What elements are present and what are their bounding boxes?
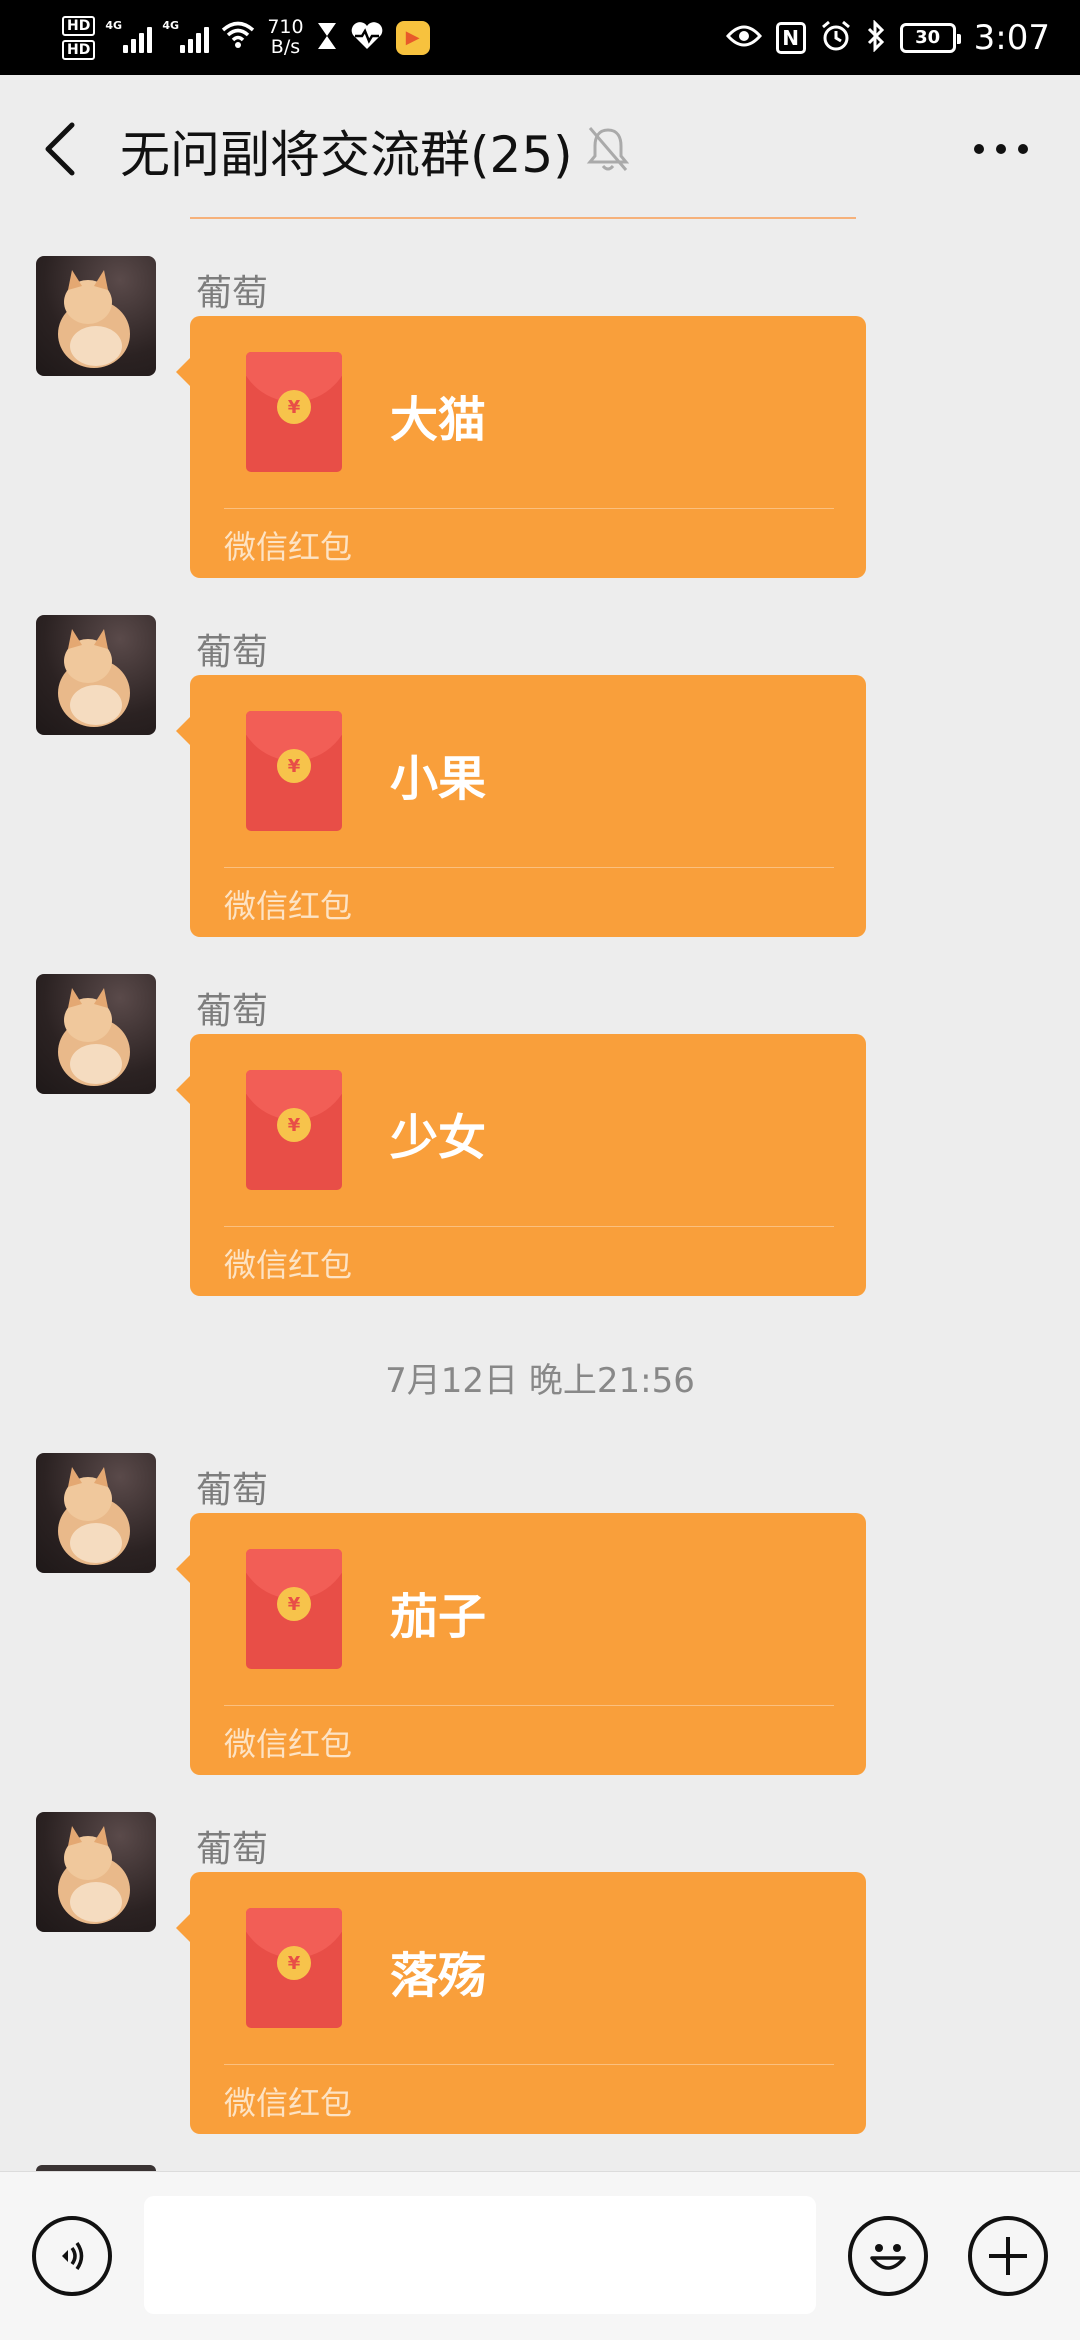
status-bar: HD HD 4G 4G 710 B/s ▶ N 30 3:07 bbox=[0, 0, 1080, 75]
red-packet-card[interactable]: ¥ 大猫 微信红包 bbox=[176, 316, 866, 578]
app-icon: ▶ bbox=[395, 20, 430, 55]
voice-icon bbox=[62, 2242, 84, 2270]
avatar[interactable] bbox=[36, 1812, 156, 1932]
hourglass-icon bbox=[316, 21, 338, 55]
emoji-icon bbox=[870, 2244, 906, 2270]
red-packet-greeting: 小果 bbox=[390, 751, 487, 807]
message-item: 葡萄 ¥ 茄子 微信红包 bbox=[0, 1453, 1080, 1783]
wifi-icon bbox=[221, 21, 255, 55]
red-packet-card[interactable]: ¥ 落殇 微信红包 bbox=[176, 1872, 866, 2134]
red-packet-card[interactable]: ¥ 茄子 微信红包 bbox=[176, 1513, 866, 1775]
message-item: 葡萄 ¥ 小果 微信红包 bbox=[0, 615, 1080, 945]
more-icon[interactable] bbox=[974, 139, 1028, 159]
battery-level: 30 bbox=[915, 27, 941, 48]
sender-name: 葡萄 bbox=[196, 991, 269, 1032]
red-packet-label: 微信红包 bbox=[224, 2084, 353, 2122]
nfc-label: N bbox=[782, 25, 800, 50]
red-envelope-icon: ¥ bbox=[246, 711, 342, 831]
mute-bell-icon bbox=[586, 127, 630, 171]
red-envelope-icon: ¥ bbox=[246, 352, 342, 472]
card-divider bbox=[224, 1705, 834, 1706]
message-item: 葡萄 ¥ 少女 微信红包 bbox=[0, 974, 1080, 1304]
red-packet-greeting: 茄子 bbox=[390, 1589, 487, 1645]
red-envelope-icon: ¥ bbox=[246, 1908, 342, 2028]
message-timestamp: 7月12日 晚上21:56 bbox=[385, 1361, 695, 1401]
back-icon[interactable] bbox=[42, 121, 78, 177]
input-bar bbox=[0, 2171, 1080, 2340]
network-speed-unit: B/s bbox=[270, 35, 301, 58]
bluetooth-icon bbox=[866, 18, 886, 56]
emoji-button[interactable] bbox=[848, 2216, 928, 2296]
card-divider bbox=[224, 2064, 834, 2065]
plus-icon bbox=[989, 2237, 1027, 2275]
red-packet-greeting: 落殇 bbox=[390, 1948, 487, 2004]
sender-name: 葡萄 bbox=[196, 1829, 269, 1870]
hd-label-1: HD bbox=[62, 15, 96, 36]
card-divider bbox=[224, 867, 834, 868]
chat-title: 无问副将交流群(25) bbox=[120, 126, 573, 184]
signal-icon: 4G bbox=[105, 19, 153, 53]
network-speed-value: 710 bbox=[267, 15, 304, 38]
message-item: 葡萄 ¥ 落殇 微信红包 bbox=[0, 1812, 1080, 2142]
avatar[interactable] bbox=[36, 615, 156, 735]
message-item: 葡萄 ¥ 大猫 微信红包 bbox=[0, 256, 1080, 586]
red-packet-card[interactable]: ¥ 小果 微信红包 bbox=[176, 675, 866, 937]
health-icon bbox=[350, 21, 384, 55]
divider bbox=[190, 217, 856, 219]
red-packet-label: 微信红包 bbox=[224, 887, 353, 925]
avatar[interactable] bbox=[36, 1453, 156, 1573]
more-functions-button[interactable] bbox=[968, 2216, 1048, 2296]
avatar[interactable] bbox=[36, 256, 156, 376]
eye-icon bbox=[725, 24, 762, 52]
message-input[interactable] bbox=[144, 2196, 816, 2314]
sender-name: 葡萄 bbox=[196, 1470, 269, 1511]
red-envelope-icon: ¥ bbox=[246, 1549, 342, 1669]
message-list[interactable]: 葡萄 ¥ 大猫 微信红包 葡萄 ¥ 小果 微信红包 葡萄 ¥ 少女 微信红包 7… bbox=[0, 221, 1080, 2171]
red-packet-label: 微信红包 bbox=[224, 1246, 353, 1284]
signal-icon: 4G bbox=[162, 19, 210, 53]
network-speed: 710 B/s bbox=[267, 15, 304, 58]
red-packet-greeting: 少女 bbox=[390, 1110, 487, 1166]
sender-name: 葡萄 bbox=[196, 273, 269, 314]
chat-header: 无问副将交流群(25) bbox=[0, 75, 1080, 221]
voice-button[interactable] bbox=[32, 2216, 112, 2296]
sender-name: 葡萄 bbox=[196, 632, 269, 673]
red-packet-label: 微信红包 bbox=[224, 1725, 353, 1763]
clock: 3:07 bbox=[973, 17, 1050, 58]
red-packet-card[interactable]: ¥ 少女 微信红包 bbox=[176, 1034, 866, 1296]
battery-icon: 30 bbox=[899, 22, 961, 53]
red-packet-greeting: 大猫 bbox=[390, 392, 487, 448]
hd-icon: HD HD bbox=[62, 15, 96, 60]
nfc-icon: N bbox=[775, 21, 806, 54]
sim1-network-label: 4G bbox=[105, 18, 123, 32]
red-packet-label: 微信红包 bbox=[224, 528, 353, 566]
red-envelope-icon: ¥ bbox=[246, 1070, 342, 1190]
alarm-icon bbox=[820, 20, 852, 56]
card-divider bbox=[224, 508, 834, 509]
avatar[interactable] bbox=[36, 974, 156, 1094]
sim2-network-label: 4G bbox=[162, 18, 180, 32]
hd-label-2: HD bbox=[62, 39, 96, 60]
card-divider bbox=[224, 1226, 834, 1227]
